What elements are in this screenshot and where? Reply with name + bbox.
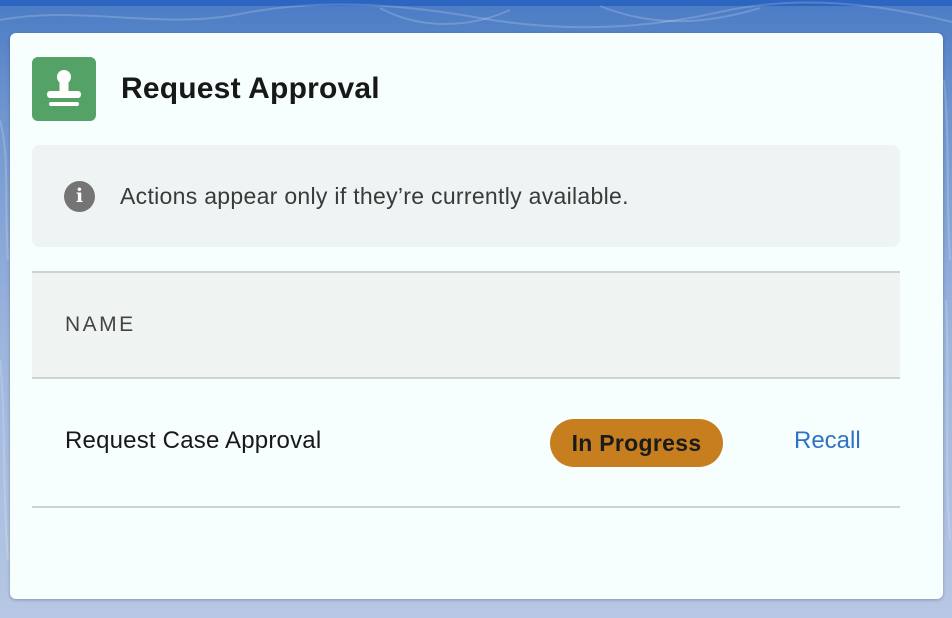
info-icon: i <box>64 180 95 212</box>
info-text: Actions appear only if they’re currently… <box>120 182 629 209</box>
table-header: NAME <box>32 271 900 379</box>
card-title: Request Approval <box>121 72 380 105</box>
table-row: Request Case Approval In Progress Recall <box>32 378 900 508</box>
info-notice: i Actions appear only if they’re current… <box>32 145 900 247</box>
recall-link[interactable]: Recall <box>794 427 861 455</box>
approval-stamp-icon <box>32 57 96 121</box>
approval-process-name: Request Case Approval <box>65 427 322 454</box>
status-badge: In Progress <box>550 419 723 467</box>
card-header: Request Approval <box>32 57 380 121</box>
column-header-name: NAME <box>65 313 136 336</box>
